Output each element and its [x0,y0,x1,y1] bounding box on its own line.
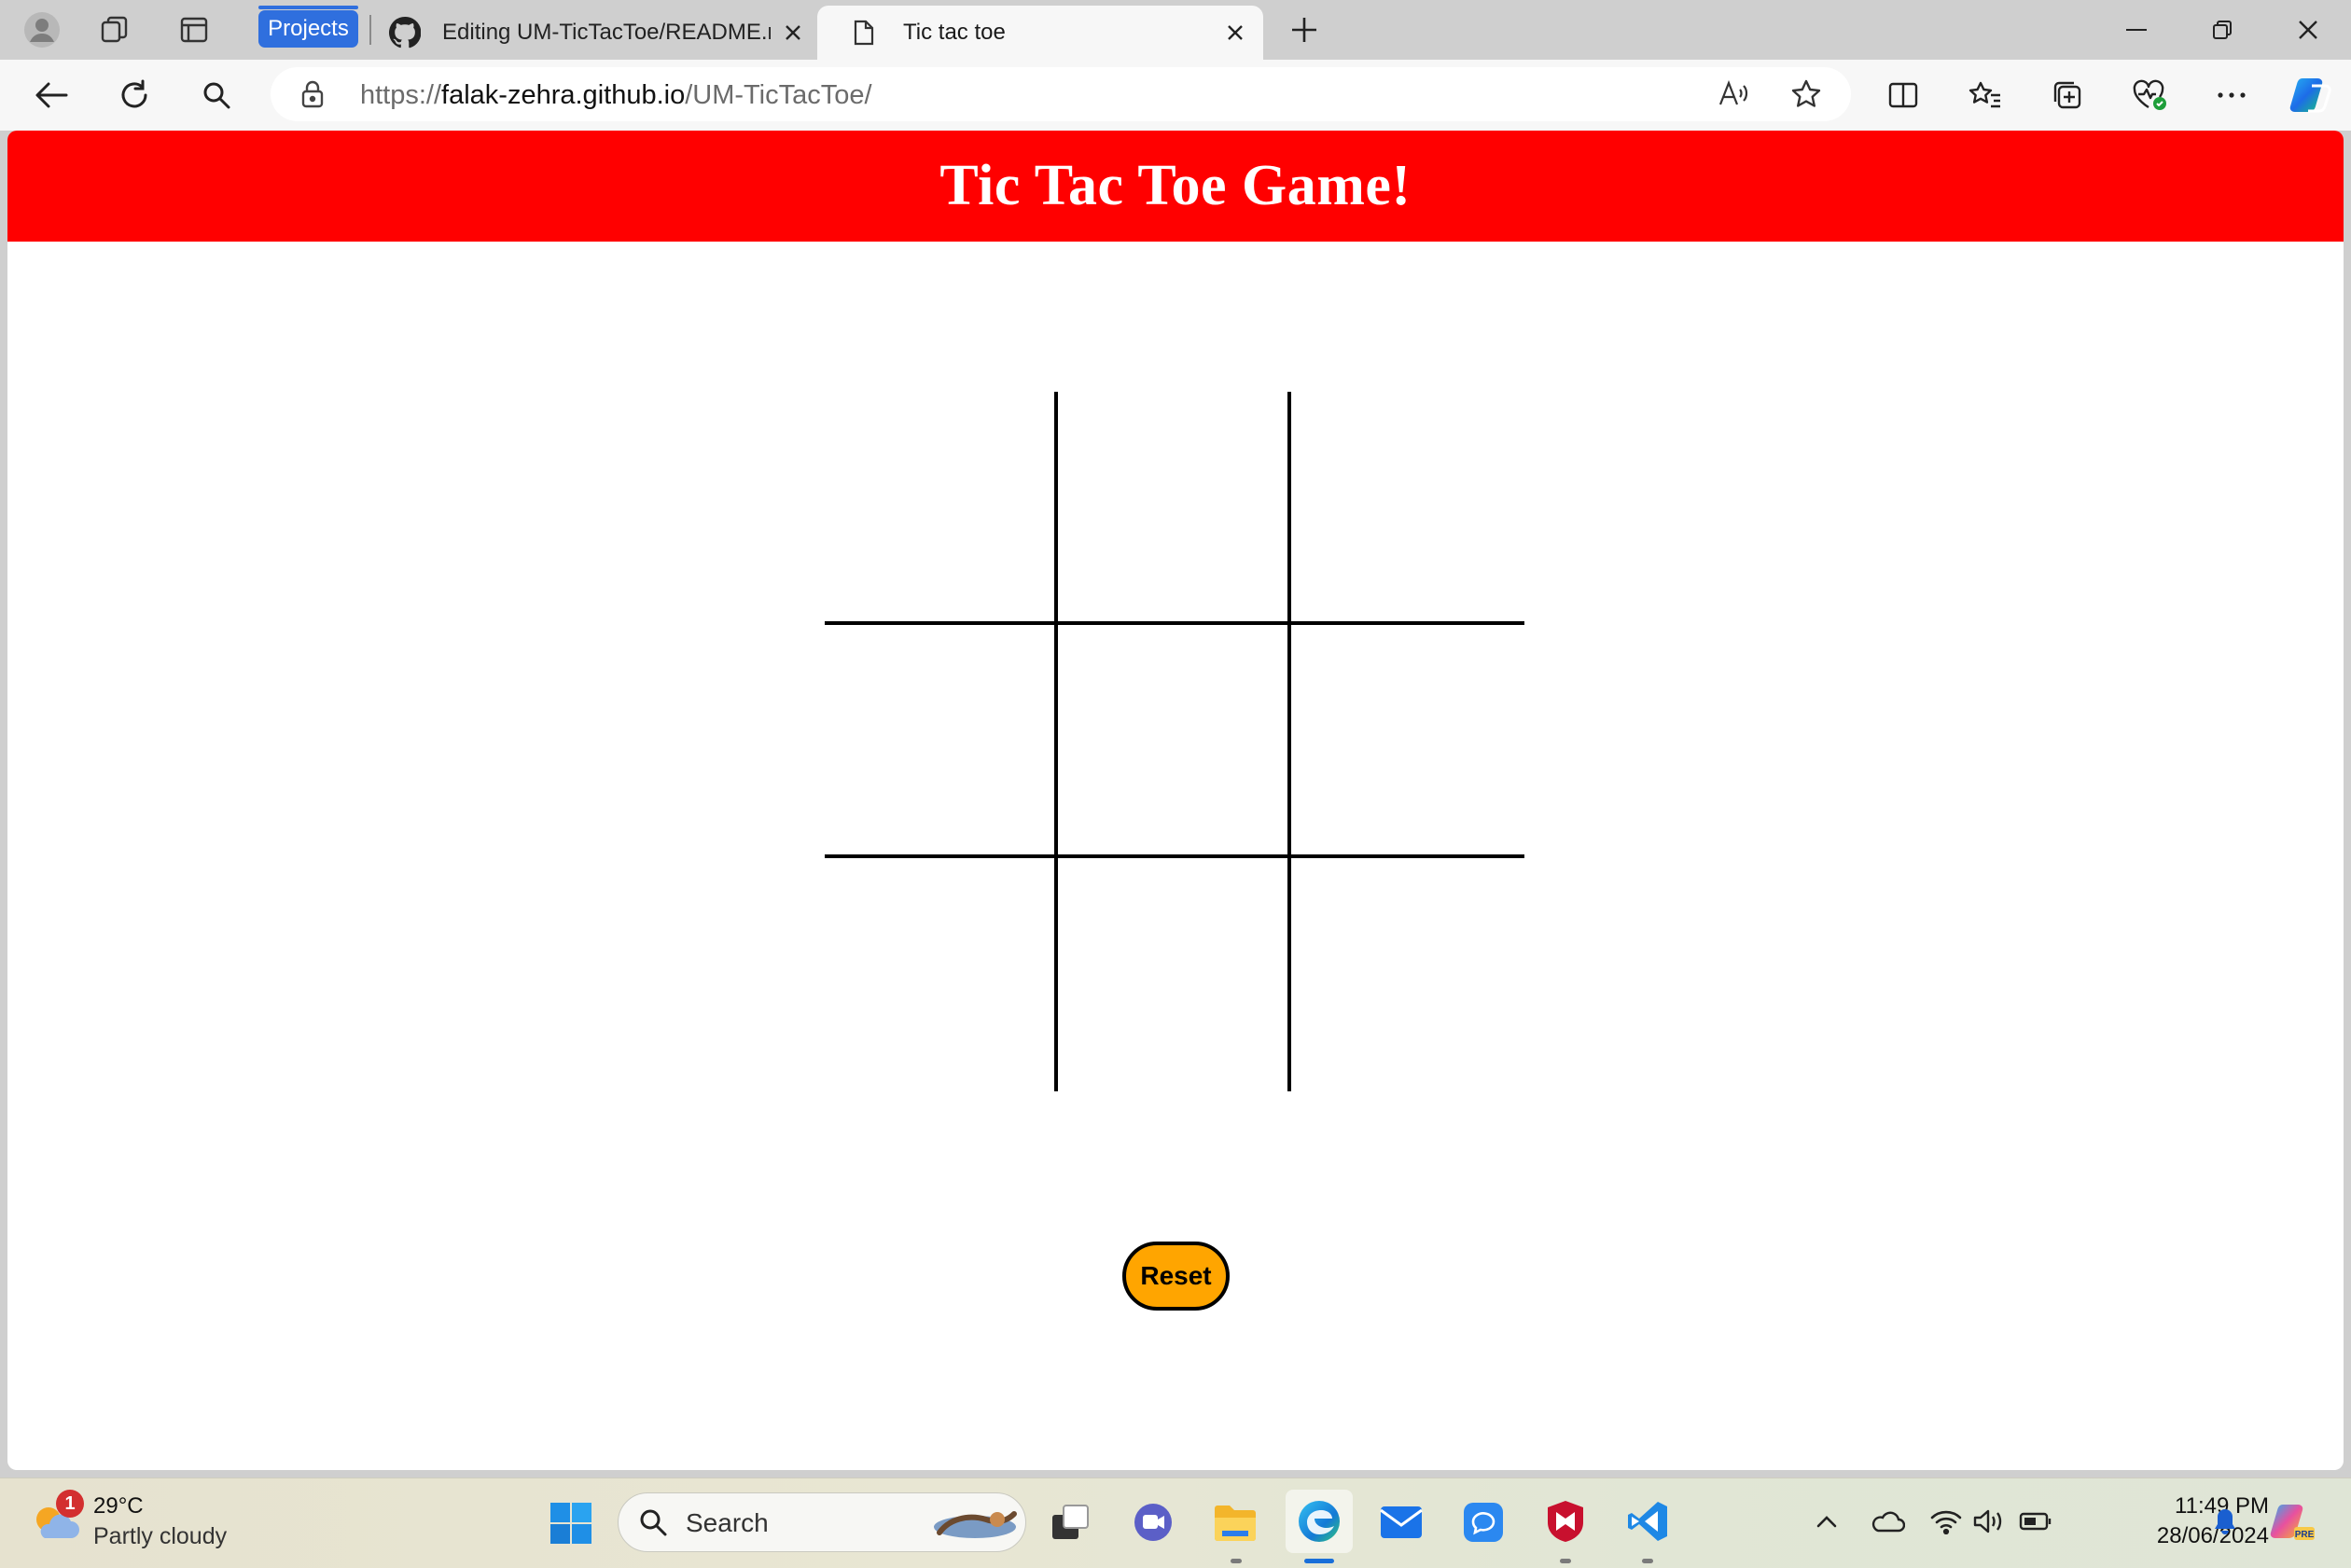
board-cell[interactable] [1058,625,1291,858]
new-tab-icon[interactable] [1284,11,1325,49]
collections-icon[interactable] [2047,75,2088,116]
tab-readme[interactable]: Editing UM-TicTacToe/README.md [379,6,814,60]
running-indicator [1642,1559,1653,1563]
mail-icon[interactable] [1377,1499,1426,1546]
running-indicator [1560,1559,1571,1563]
weather-temperature[interactable]: 29°C [93,1493,144,1519]
tab-group-projects[interactable]: Projects [258,6,358,48]
task-view-icon[interactable] [1047,1499,1093,1546]
file-explorer-icon[interactable] [1211,1499,1259,1546]
browser-essentials-icon[interactable] [2129,75,2170,116]
search-icon[interactable] [196,75,237,116]
notification-bell-icon[interactable] [2209,1505,2241,1538]
url-text[interactable]: https://falak-zehra.github.io/UM-TicTacT… [360,80,872,111]
tab-strip: Projects Editing UM-TicTacToe/README.md … [0,0,2351,60]
url-host: falak-zehra.github.io [441,80,686,110]
read-aloud-icon[interactable] [1715,76,1752,112]
weather-badge: 1 [56,1490,84,1518]
split-screen-icon[interactable] [1883,75,1924,116]
weather-description[interactable]: Partly cloudy [93,1523,227,1550]
board-cell[interactable] [1291,625,1524,858]
battery-icon[interactable] [2017,1505,2054,1538]
taskbar: 1 29°C Partly cloudy Search 11:49 PM 28/… [0,1478,2351,1568]
taskbar-search[interactable]: Search [618,1492,1026,1552]
favorites-icon[interactable] [1965,75,2006,116]
edge-icon[interactable] [1286,1490,1353,1553]
board-cell[interactable] [825,625,1058,858]
wifi-icon[interactable] [1927,1505,1965,1538]
running-indicator [1231,1559,1242,1563]
close-window-icon[interactable] [2289,11,2327,49]
tab-divider [369,15,371,45]
url-path: /UM-TicTacToe/ [685,80,872,110]
reset-button[interactable]: Reset [1122,1242,1230,1311]
board-cell[interactable] [1291,858,1524,1091]
tab-actions-icon[interactable] [174,11,215,49]
game-board [825,392,1526,1093]
onedrive-icon[interactable] [1868,1505,1907,1538]
board-cell[interactable] [1058,392,1291,625]
profile-avatar-icon[interactable] [21,9,63,50]
browser-toolbar: https://falak-zehra.github.io/UM-TicTacT… [0,60,2351,131]
start-icon[interactable] [547,1499,595,1547]
board-cell[interactable] [1058,858,1291,1091]
search-placeholder: Search [686,1508,769,1537]
workspaces-icon[interactable] [95,11,136,49]
close-tab-icon[interactable] [1217,14,1254,51]
minimize-icon[interactable] [2118,11,2155,49]
page-viewport: Tic Tac Toe Game! Reset [7,131,2344,1470]
github-icon [379,14,431,51]
search-highlight-icon [930,1503,1020,1544]
page-icon [836,14,892,51]
search-icon [637,1506,669,1538]
board-cell[interactable] [825,392,1058,625]
close-tab-icon[interactable] [774,14,812,51]
refresh-icon[interactable] [114,75,155,116]
copilot-icon[interactable] [2288,73,2334,118]
mcafee-icon[interactable] [1541,1497,1590,1546]
more-options-icon[interactable] [2211,75,2252,116]
address-bar[interactable]: https://falak-zehra.github.io/UM-TicTacT… [271,67,1851,121]
volume-icon[interactable] [1970,1505,2008,1538]
tab-title: Editing UM-TicTacToe/README.md [442,20,771,45]
restore-icon[interactable] [2204,11,2241,49]
svg-text:PRE: PRE [2295,1530,2315,1540]
copilot-icon[interactable]: PRE [2267,1499,2319,1546]
board-cell[interactable] [1291,392,1524,625]
back-icon[interactable] [30,75,73,116]
tab-tic-tac-toe[interactable]: Tic tac toe [817,6,1263,60]
site-info-icon[interactable] [299,80,327,108]
board-cell[interactable] [825,858,1058,1091]
game-header: Tic Tac Toe Game! [7,131,2344,242]
chevron-up-icon[interactable] [1812,1506,1842,1536]
active-app-indicator [1304,1559,1334,1563]
tab-title: Tic tac toe [903,20,1006,45]
chat-icon[interactable] [1459,1499,1508,1546]
teams-icon[interactable] [1129,1499,1177,1546]
favorite-star-icon[interactable] [1788,76,1825,112]
vscode-icon[interactable] [1623,1497,1672,1546]
url-scheme: https:// [360,80,442,110]
page-title: Tic Tac Toe Game! [939,154,1412,217]
